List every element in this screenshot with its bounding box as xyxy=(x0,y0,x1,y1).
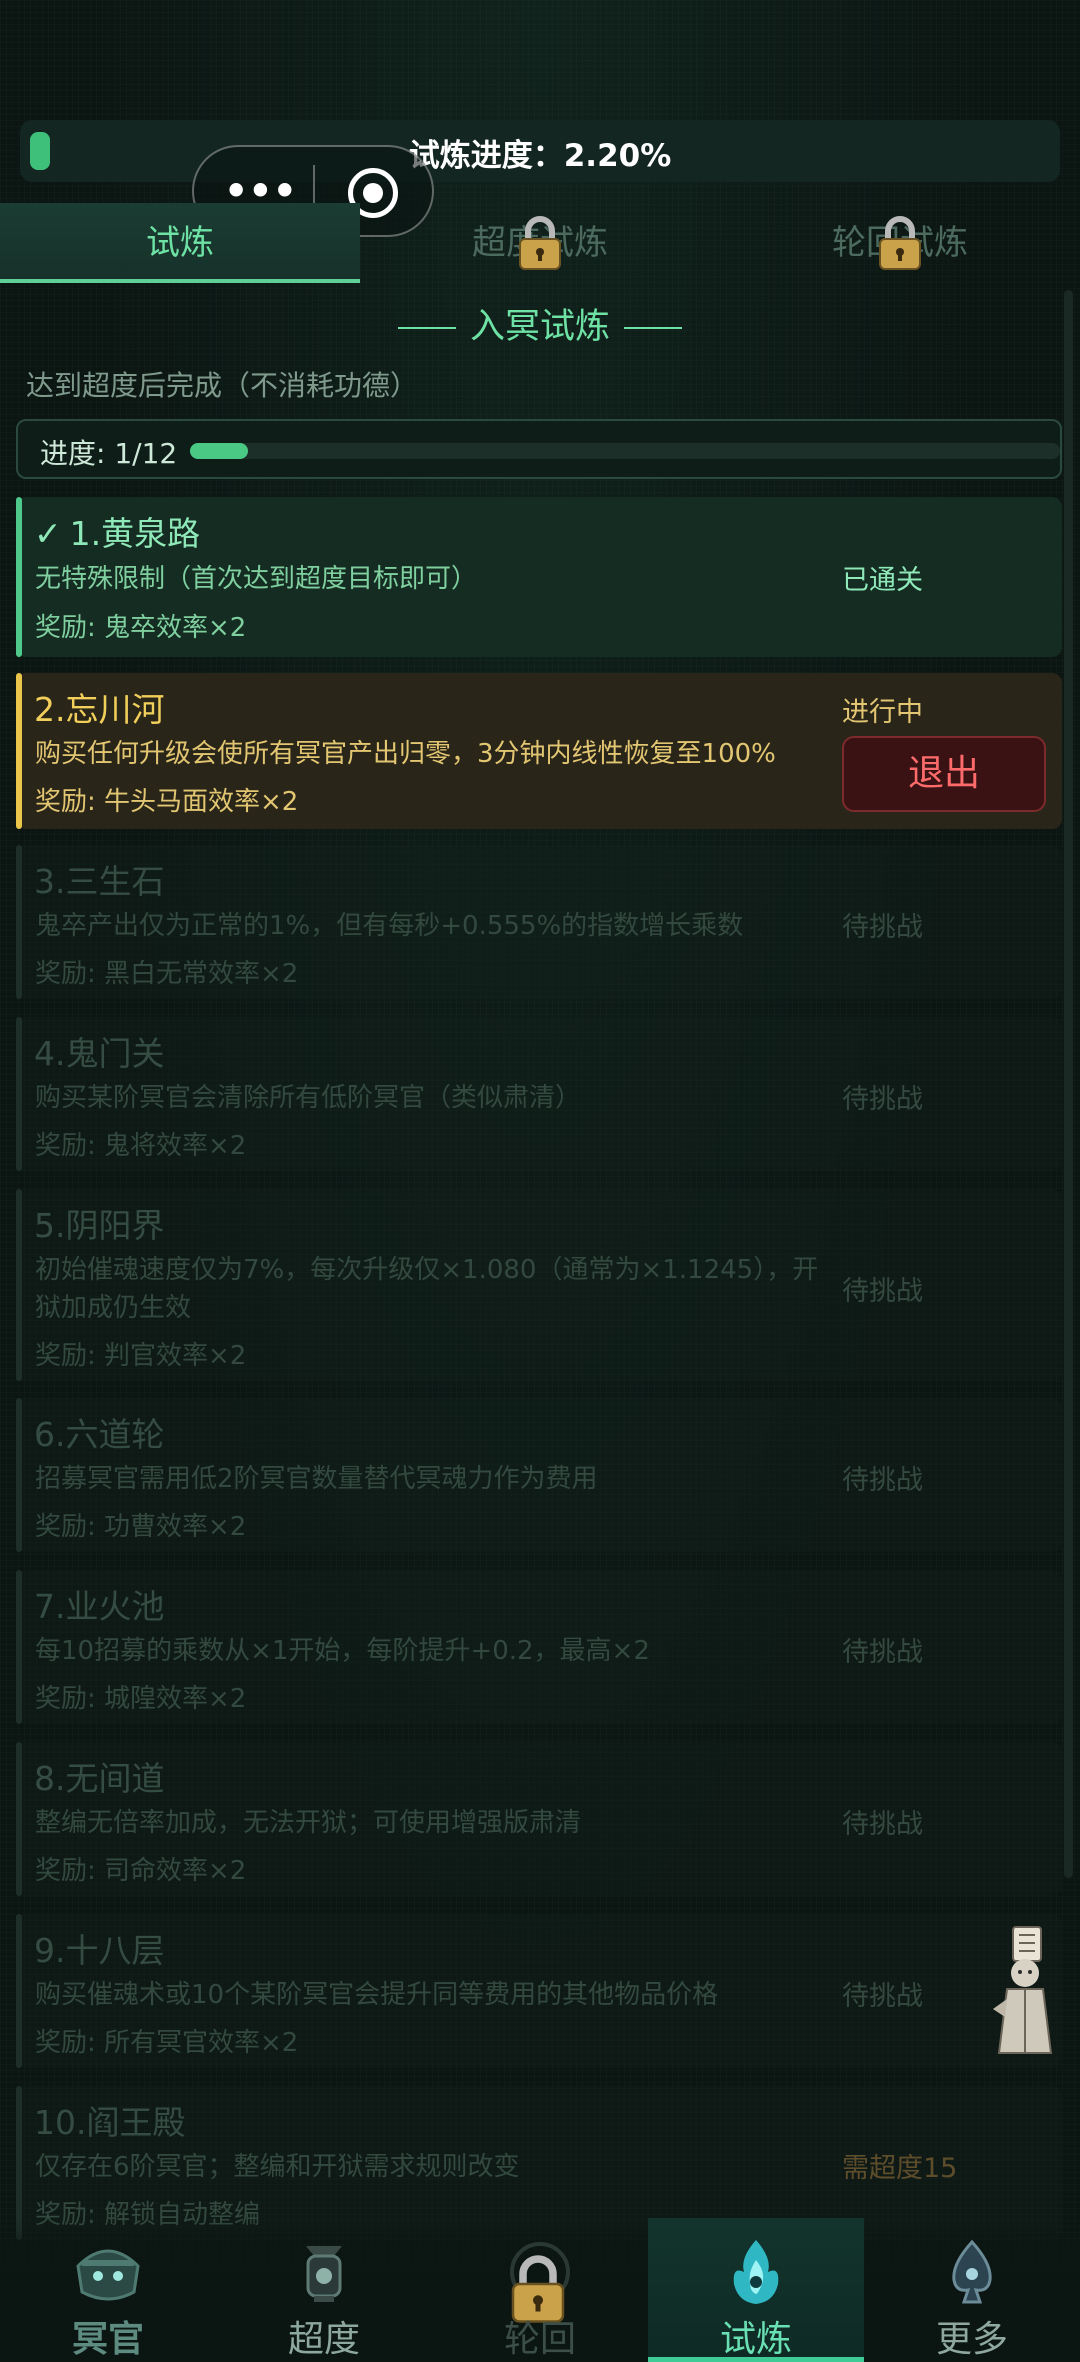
challenge-title: 3.三生石 xyxy=(34,862,165,901)
tab-trial-label: 试炼 xyxy=(146,223,214,263)
lock-icon xyxy=(879,216,921,270)
nav-item-mingguan[interactable]: 冥官 xyxy=(0,2218,216,2362)
trial-progress-text: 试炼进度：2.20% xyxy=(408,138,672,174)
nav-label: 冥官 xyxy=(71,2319,144,2360)
section-title-text: 入冥试炼 xyxy=(469,307,610,347)
challenge-status: 待挑战 xyxy=(842,1276,923,1307)
title-decor-line xyxy=(397,327,456,329)
challenge-card-8[interactable]: 8.无间道 整编无倍率加成，无法开狱；可使用增强版肃清 奖励: 司命效率×2 待… xyxy=(16,1742,1062,1896)
challenge-card-9[interactable]: 9.十八层 购买催魂术或10个某阶冥官会提升同等费用的其他物品价格 奖励: 所有… xyxy=(16,1914,1062,2068)
challenge-status: 待挑战 xyxy=(842,1809,923,1840)
section-subtitle: 达到超度后完成（不消耗功德） xyxy=(26,369,419,402)
challenge-desc: 仅存在6阶冥官；整编和开狱需求规则改变 xyxy=(35,2152,520,2182)
challenge-desc: 购买催魂术或10个某阶冥官会提升同等费用的其他物品价格 xyxy=(35,1980,719,2010)
challenge-reward: 奖励: 鬼卒效率×2 xyxy=(35,613,247,643)
challenge-card-10[interactable]: 10.阎王殿 仅存在6阶冥官；整编和开狱需求规则改变 奖励: 解锁自动整编 需超… xyxy=(16,2086,1062,2240)
trial-progress-bar: 试炼进度：2.20% xyxy=(20,120,1060,182)
challenge-desc: 购买某阶冥官会清除所有低阶冥官（类似肃清） xyxy=(35,1083,582,1113)
challenge-title: ✓ 1.黄泉路 xyxy=(34,507,200,555)
challenge-title: 2.忘川河 xyxy=(34,690,165,729)
challenge-card-6[interactable]: 6.六道轮 招募冥官需用低2阶冥官数量替代冥魂力作为费用 奖励: 功曹效率×2 … xyxy=(16,1398,1062,1552)
challenge-title: 6.六道轮 xyxy=(34,1415,165,1454)
challenge-title: 10.阎王殿 xyxy=(34,2103,186,2142)
challenge-card-7[interactable]: 7.业火池 每10招募的乘数从×1开始，每阶提升+0.2，最高×2 奖励: 城隍… xyxy=(16,1570,1062,1724)
challenge-desc: 购买任何升级会使所有冥官产出归零，3分钟内线性恢复至100% xyxy=(35,739,776,769)
tab-lunhui-trial[interactable]: 轮回试炼 xyxy=(720,203,1080,283)
challenge-reward: 奖励: 判官效率×2 xyxy=(35,1341,247,1371)
challenge-status: 待挑战 xyxy=(842,1084,923,1115)
challenge-card-2[interactable]: 2.忘川河 购买任何升级会使所有冥官产出归零，3分钟内线性恢复至100% 奖励:… xyxy=(16,673,1062,829)
challenge-reward: 奖励: 司命效率×2 xyxy=(35,1856,247,1886)
challenge-card-3[interactable]: 3.三生石 鬼卒产出仅为正常的1%，但有每秒+0.555%的指数增长乘数 奖励:… xyxy=(16,845,1062,999)
nav-item-shilian[interactable]: 试炼 xyxy=(648,2218,864,2362)
challenge-title: 5.阴阳界 xyxy=(34,1206,165,1245)
challenge-status: 需超度15 xyxy=(842,2153,958,2184)
challenge-desc: 初始催魂速度仅为7%，每次升级仅×1.080（通常为×1.1245），开狱加成仍… xyxy=(35,1255,819,1323)
check-icon: ✓ xyxy=(34,514,62,553)
challenge-title: 7.业火池 xyxy=(34,1587,165,1626)
helper-character-icon[interactable] xyxy=(985,1925,1065,2065)
nav-label: 更多 xyxy=(935,2319,1008,2360)
stage-progress-card: 进度: 1/12 xyxy=(16,419,1062,479)
stage-progress-fill xyxy=(190,443,248,459)
challenge-status: 待挑战 xyxy=(842,912,923,943)
challenge-reward: 奖励: 所有冥官效率×2 xyxy=(35,2028,299,2058)
challenge-reward: 奖励: 牛头马面效率×2 xyxy=(35,787,299,817)
spade-flame-icon xyxy=(952,2239,992,2304)
challenge-desc: 无特殊限制（首次达到超度目标即可） xyxy=(35,564,478,594)
challenge-desc: 每10招募的乘数从×1开始，每阶提升+0.2，最高×2 xyxy=(35,1636,650,1666)
challenge-status: 待挑战 xyxy=(842,1637,923,1668)
challenge-title: 8.无间道 xyxy=(34,1759,165,1798)
scrollbar[interactable] xyxy=(1064,290,1073,1878)
ghost-official-icon xyxy=(76,2249,140,2301)
lantern-icon xyxy=(306,2246,342,2302)
challenge-title: 9.十八层 xyxy=(34,1931,165,1970)
challenge-status: 已通关 xyxy=(842,565,923,596)
challenge-reward: 奖励: 鬼将效率×2 xyxy=(35,1131,247,1161)
lock-icon xyxy=(519,216,561,270)
bottom-nav: 冥官 超度 轮回 试炼 更多 xyxy=(0,2218,1080,2362)
challenge-reward: 奖励: 功曹效率×2 xyxy=(35,1512,247,1542)
challenge-status: 进行中 xyxy=(842,697,923,728)
nav-label: 轮回 xyxy=(503,2319,576,2360)
title-decor-line xyxy=(624,327,682,329)
challenge-status: 待挑战 xyxy=(842,1981,923,2012)
nav-item-more[interactable]: 更多 xyxy=(864,2218,1080,2362)
challenge-reward: 奖励: 城隍效率×2 xyxy=(35,1684,247,1714)
trial-tabs: 试炼 超度试炼 轮回试炼 xyxy=(0,203,1080,283)
challenge-reward: 奖励: 黑白无常效率×2 xyxy=(35,959,299,989)
challenge-desc: 招募冥官需用低2阶冥官数量替代冥魂力作为费用 xyxy=(35,1464,598,1494)
challenge-card-1[interactable]: ✓ 1.黄泉路 无特殊限制（首次达到超度目标即可） 奖励: 鬼卒效率×2 已通关 xyxy=(16,497,1062,657)
challenge-card-4[interactable]: 4.鬼门关 购买某阶冥官会清除所有低阶冥官（类似肃清） 奖励: 鬼将效率×2 待… xyxy=(16,1017,1062,1171)
tab-trial[interactable]: 试炼 xyxy=(0,203,360,283)
nav-label: 试炼 xyxy=(719,2319,792,2360)
challenge-title: 4.鬼门关 xyxy=(34,1034,165,1073)
challenge-desc: 鬼卒产出仅为正常的1%，但有每秒+0.555%的指数增长乘数 xyxy=(35,911,744,941)
challenge-status: 待挑战 xyxy=(842,1465,923,1496)
nav-label: 超度 xyxy=(287,2319,360,2360)
challenge-card-5[interactable]: 5.阴阳界 初始催魂速度仅为7%，每次升级仅×1.080（通常为×1.1245）… xyxy=(16,1189,1062,1381)
blue-flame-icon xyxy=(733,2240,779,2304)
challenge-desc: 整编无倍率加成，无法开狱；可使用增强版肃清 xyxy=(35,1808,582,1838)
nav-item-lunhui[interactable]: 轮回 xyxy=(432,2218,648,2362)
nav-item-chaodu[interactable]: 超度 xyxy=(216,2218,432,2362)
stage-progress-track xyxy=(190,443,1060,459)
tab-chaodu-trial[interactable]: 超度试炼 xyxy=(360,203,720,283)
challenge-title-text: 1.黄泉路 xyxy=(69,514,201,553)
exit-button[interactable]: 退出 xyxy=(842,736,1046,812)
section-title: 入冥试炼 xyxy=(0,298,1080,349)
stage-progress-label: 进度: 1/12 xyxy=(40,437,178,470)
